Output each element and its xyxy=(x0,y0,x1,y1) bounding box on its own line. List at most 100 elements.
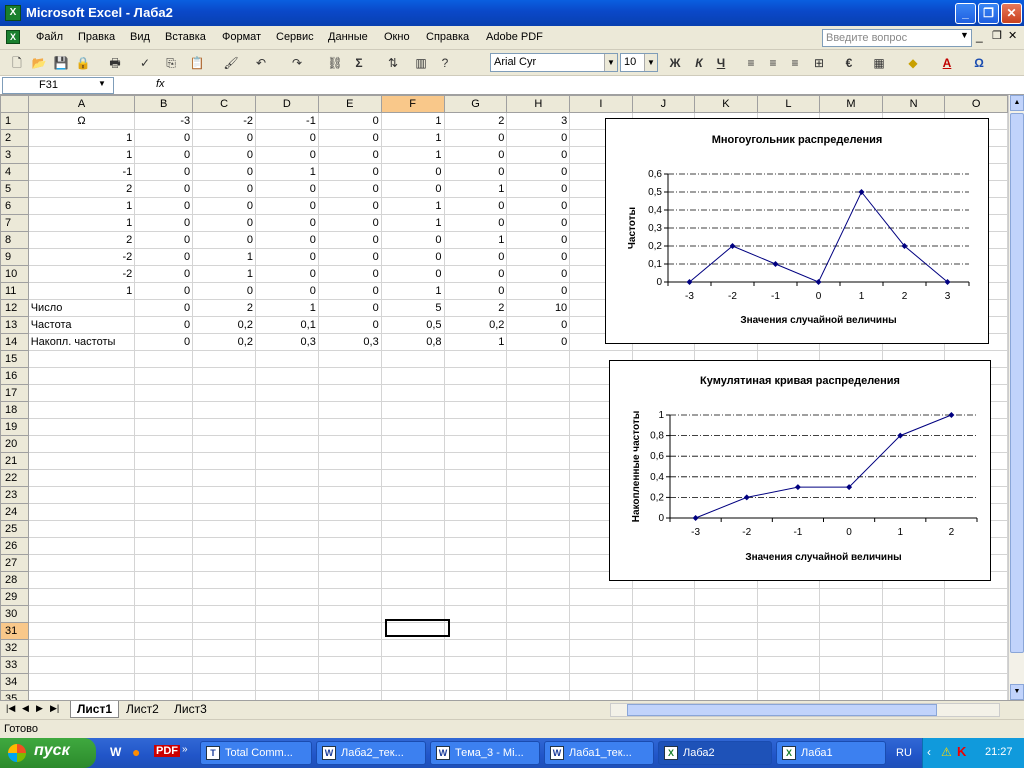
quicklaunch-more-icon[interactable]: » xyxy=(182,744,188,755)
cell[interactable] xyxy=(569,622,633,640)
cell[interactable] xyxy=(506,435,571,453)
cell[interactable] xyxy=(192,418,256,436)
cell[interactable]: 0 xyxy=(506,146,571,164)
cell[interactable] xyxy=(443,350,508,368)
cell[interactable] xyxy=(317,537,382,555)
cell[interactable]: 5 xyxy=(380,299,445,317)
cell[interactable] xyxy=(27,350,136,368)
cell[interactable] xyxy=(134,605,194,623)
cell[interactable] xyxy=(756,622,821,640)
cell[interactable]: 0,3 xyxy=(254,333,319,351)
cell[interactable] xyxy=(944,639,1008,657)
cell[interactable]: 0 xyxy=(134,146,194,164)
cell[interactable] xyxy=(317,401,382,419)
cell[interactable] xyxy=(506,503,571,521)
row-header[interactable]: 18 xyxy=(0,401,29,419)
cell[interactable] xyxy=(317,384,382,402)
column-header[interactable]: H xyxy=(506,95,571,113)
horizontal-scrollbar[interactable] xyxy=(610,703,1000,717)
cell[interactable] xyxy=(317,690,382,700)
function-icon[interactable]: fx xyxy=(156,78,165,90)
cell[interactable]: 1 xyxy=(192,248,256,266)
cell[interactable] xyxy=(192,656,256,674)
cell[interactable]: 1 xyxy=(27,282,136,300)
cell[interactable]: 0 xyxy=(443,163,508,181)
cell[interactable]: 0 xyxy=(134,248,194,266)
help-dropdown-icon[interactable]: ▼ xyxy=(960,30,969,40)
cell[interactable]: 1 xyxy=(380,214,445,232)
task-total-commander[interactable]: T Total Comm... xyxy=(200,741,312,765)
cell[interactable] xyxy=(506,469,571,487)
cell[interactable]: 2 xyxy=(192,299,256,317)
cell[interactable] xyxy=(443,418,508,436)
cell[interactable]: 0 xyxy=(380,180,445,198)
cell[interactable]: 0 xyxy=(317,112,382,130)
hyperlink-icon[interactable]: ⛓ xyxy=(326,54,344,72)
cell[interactable]: 1 xyxy=(380,197,445,215)
cell[interactable] xyxy=(27,486,136,504)
cell[interactable] xyxy=(380,384,445,402)
cell[interactable]: 0,1 xyxy=(254,316,319,334)
cell[interactable] xyxy=(27,554,136,572)
cell[interactable] xyxy=(254,639,319,657)
cell[interactable] xyxy=(192,401,256,419)
cell[interactable] xyxy=(192,605,256,623)
cell[interactable] xyxy=(192,452,256,470)
cell[interactable] xyxy=(134,588,194,606)
cell[interactable]: Накопл. частоты xyxy=(27,333,136,351)
cell[interactable]: 1 xyxy=(443,231,508,249)
cell[interactable] xyxy=(944,673,1008,691)
column-header[interactable]: N xyxy=(881,95,946,113)
cell[interactable]: 0 xyxy=(134,265,194,283)
cell[interactable] xyxy=(254,452,319,470)
cell[interactable] xyxy=(506,367,571,385)
cell[interactable] xyxy=(317,588,382,606)
cell[interactable] xyxy=(254,537,319,555)
chart-cumulative-curve[interactable]: Кумулятиная кривая распределения Значения… xyxy=(609,360,991,581)
spreadsheet-grid[interactable]: ABCDEFGHIJKLMNO 1 Ω -3 -2 -1 0 1 2 3 2 1 0 0 0 0 1 0 0 3 1 0… xyxy=(0,95,1008,700)
cell[interactable] xyxy=(192,622,256,640)
cell[interactable] xyxy=(254,418,319,436)
cell[interactable]: 0 xyxy=(317,180,382,198)
cell[interactable] xyxy=(134,486,194,504)
cell[interactable] xyxy=(134,452,194,470)
redo-icon[interactable]: ↷ xyxy=(288,54,306,72)
cell[interactable] xyxy=(819,588,883,606)
cell[interactable]: 0 xyxy=(134,231,194,249)
cell[interactable]: 1 xyxy=(443,180,508,198)
cell[interactable] xyxy=(27,435,136,453)
cell[interactable] xyxy=(569,656,633,674)
row-header[interactable]: 34 xyxy=(0,673,29,691)
row-header[interactable]: 27 xyxy=(0,554,29,572)
cell[interactable] xyxy=(881,690,946,700)
cell[interactable] xyxy=(192,571,256,589)
cell[interactable]: 0 xyxy=(317,163,382,181)
cell[interactable] xyxy=(380,418,445,436)
cell[interactable]: -1 xyxy=(27,163,136,181)
cell[interactable] xyxy=(134,690,194,700)
cell[interactable] xyxy=(134,503,194,521)
cell[interactable] xyxy=(254,435,319,453)
cell[interactable]: 0 xyxy=(506,316,571,334)
cell[interactable]: 0 xyxy=(192,197,256,215)
cell[interactable] xyxy=(27,639,136,657)
row-header[interactable]: 12 xyxy=(0,299,29,317)
font-size-select[interactable]: 10 ▼ xyxy=(620,53,658,72)
cell[interactable] xyxy=(192,503,256,521)
align-right-icon[interactable]: ≡ xyxy=(786,54,804,72)
save-icon[interactable]: 💾 xyxy=(52,54,70,72)
cell[interactable] xyxy=(881,639,946,657)
cell[interactable] xyxy=(134,384,194,402)
cell[interactable] xyxy=(254,673,319,691)
row-header[interactable]: 15 xyxy=(0,350,29,368)
cell[interactable] xyxy=(506,639,571,657)
row-header[interactable]: 1 xyxy=(0,112,29,130)
row-header[interactable]: 6 xyxy=(0,197,29,215)
cell[interactable]: 0 xyxy=(134,214,194,232)
cell[interactable]: 0 xyxy=(254,231,319,249)
cell[interactable] xyxy=(506,418,571,436)
cell[interactable] xyxy=(443,384,508,402)
row-header[interactable]: 22 xyxy=(0,469,29,487)
cell[interactable] xyxy=(380,503,445,521)
cell[interactable] xyxy=(569,673,633,691)
